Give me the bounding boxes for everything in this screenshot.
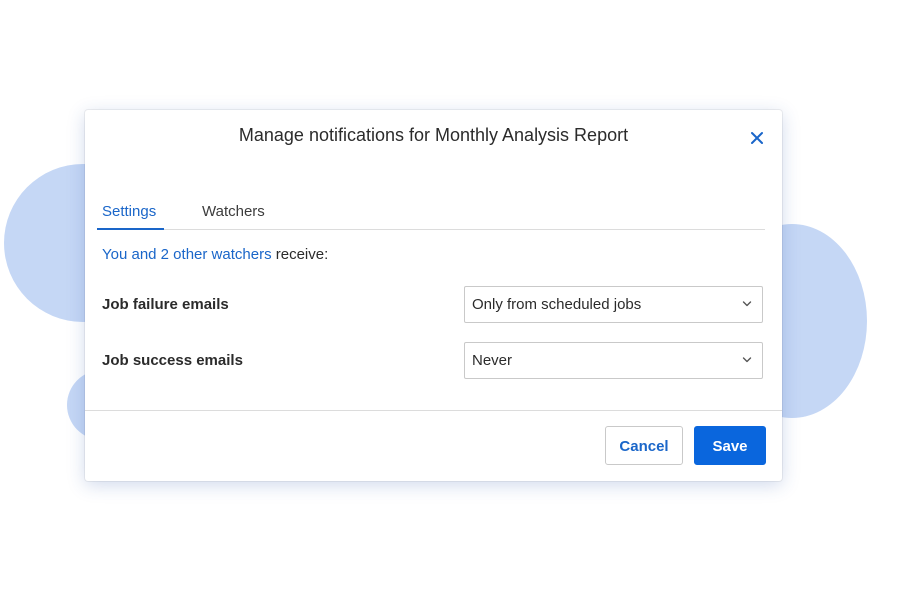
job-success-value: Never [472,352,513,369]
job-success-label: Job success emails [102,352,243,369]
watchers-link[interactable]: You and 2 other watchers [102,246,272,263]
job-success-select[interactable]: Never [464,342,763,379]
close-icon [751,132,763,144]
job-failure-select[interactable]: Only from scheduled jobs [464,286,763,323]
page-background: Manage notifications for Monthly Analysi… [0,0,913,600]
job-failure-value: Only from scheduled jobs [472,296,642,313]
dialog-title: Manage notifications for Monthly Analysi… [238,125,629,145]
tab-bar: Settings Watchers [97,198,765,230]
notifications-dialog: Manage notifications for Monthly Analysi… [85,110,782,481]
close-button[interactable] [746,127,768,149]
chevron-down-icon [742,301,752,307]
save-button[interactable]: Save [694,426,766,465]
cancel-button[interactable]: Cancel [605,426,683,465]
tab-settings[interactable]: Settings [97,203,165,230]
footer-divider [85,410,782,411]
job-failure-label: Job failure emails [102,296,229,313]
tab-watchers[interactable]: Watchers [197,203,270,228]
watchers-summary: You and 2 other watchers receive: [102,246,328,263]
chevron-down-icon [742,357,752,363]
watchers-suffix: receive: [271,246,329,263]
